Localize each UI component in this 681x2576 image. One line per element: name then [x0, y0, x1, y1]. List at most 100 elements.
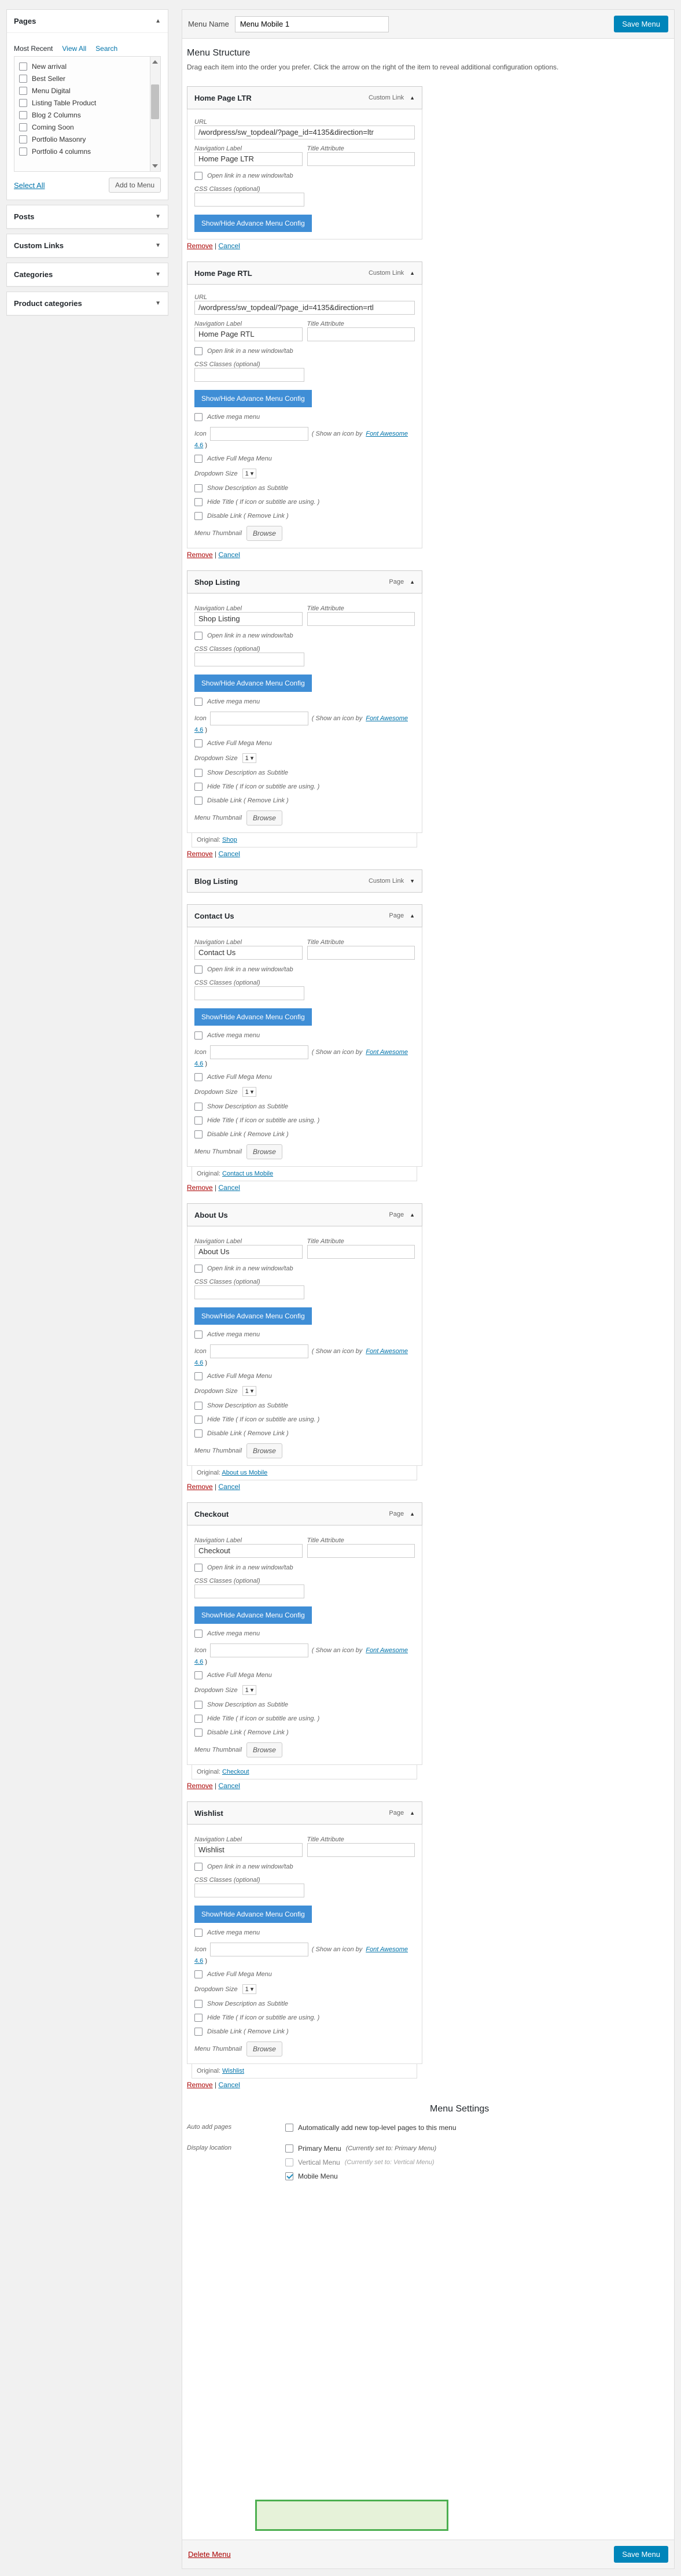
- chevron-down-icon[interactable]: ▼: [155, 300, 161, 307]
- list-item[interactable]: Menu Digital: [19, 84, 143, 97]
- nav-label-field[interactable]: Shop Listing: [194, 612, 303, 626]
- fa-version-link[interactable]: 4.6: [194, 442, 203, 449]
- custom-links-panel[interactable]: Custom Links ▼: [6, 234, 168, 258]
- font-awesome-link[interactable]: Font Awesome: [366, 1647, 408, 1654]
- css-classes-field[interactable]: [194, 653, 304, 666]
- nav-label-field[interactable]: Home Page RTL: [194, 327, 303, 341]
- cancel-link[interactable]: Cancel: [218, 551, 240, 559]
- scrollbar[interactable]: [150, 57, 160, 171]
- cancel-link[interactable]: Cancel: [218, 242, 240, 250]
- remove-link[interactable]: Remove: [187, 1782, 213, 1790]
- open-new-window-checkbox[interactable]: [194, 1863, 203, 1871]
- menu-item-header[interactable]: Home Page RTL Custom Link ▲: [187, 261, 422, 285]
- remove-link[interactable]: Remove: [187, 2081, 213, 2089]
- browse-button[interactable]: Browse: [246, 1742, 282, 1757]
- chevron-up-icon[interactable]: ▲: [410, 913, 415, 919]
- active-mega-menu-checkbox[interactable]: [194, 413, 203, 421]
- chevron-up-icon[interactable]: ▲: [410, 1212, 415, 1218]
- css-classes-field[interactable]: [194, 1285, 304, 1299]
- advanced-config-button[interactable]: Show/Hide Advance Menu Config: [194, 1606, 312, 1624]
- categories-panel[interactable]: Categories ▼: [6, 263, 168, 287]
- title-attr-field[interactable]: [307, 1843, 415, 1857]
- fa-version-link[interactable]: 4.6: [194, 1958, 203, 1965]
- list-item[interactable]: Best Seller: [19, 72, 143, 84]
- open-new-window-checkbox[interactable]: [194, 172, 203, 180]
- select-all-link[interactable]: Select All: [14, 181, 45, 190]
- open-new-window-checkbox[interactable]: [194, 1564, 203, 1572]
- disable-link-checkbox[interactable]: [194, 1130, 203, 1138]
- posts-panel[interactable]: Posts ▼: [6, 205, 168, 229]
- menu-item-header[interactable]: Home Page LTR Custom Link ▲: [187, 86, 422, 109]
- active-full-mega-menu-checkbox[interactable]: [194, 1671, 203, 1679]
- save-menu-button[interactable]: Save Menu: [614, 16, 668, 32]
- hide-title-checkbox[interactable]: [194, 783, 203, 791]
- tab-most-recent[interactable]: Most Recent: [14, 45, 53, 53]
- hide-title-checkbox[interactable]: [194, 498, 203, 506]
- cancel-link[interactable]: Cancel: [218, 850, 240, 858]
- font-awesome-link[interactable]: Font Awesome: [366, 1946, 408, 1953]
- chevron-up-icon[interactable]: ▲: [410, 1810, 415, 1816]
- add-to-menu-button[interactable]: Add to Menu: [108, 178, 161, 193]
- show-description-checkbox[interactable]: [194, 484, 203, 492]
- remove-link[interactable]: Remove: [187, 850, 213, 858]
- css-classes-field[interactable]: [194, 193, 304, 207]
- checkbox[interactable]: [19, 74, 27, 83]
- dropdown-size-select[interactable]: 1 ▾: [242, 1087, 257, 1097]
- checkbox[interactable]: [19, 86, 27, 95]
- icon-field[interactable]: [209, 1643, 308, 1657]
- chevron-up-icon[interactable]: ▲: [410, 95, 415, 101]
- advanced-config-button[interactable]: Show/Hide Advance Menu Config: [194, 675, 312, 692]
- css-classes-field[interactable]: [194, 1584, 304, 1598]
- show-description-checkbox[interactable]: [194, 1701, 203, 1709]
- remove-link[interactable]: Remove: [187, 242, 213, 250]
- checkbox[interactable]: [19, 98, 27, 107]
- active-full-mega-menu-checkbox[interactable]: [194, 1372, 203, 1380]
- tab-search[interactable]: Search: [95, 45, 117, 53]
- nav-label-field[interactable]: Contact Us: [194, 946, 303, 960]
- font-awesome-link[interactable]: Font Awesome: [366, 715, 408, 722]
- checkbox[interactable]: [19, 123, 27, 131]
- title-attr-field[interactable]: [307, 1245, 415, 1259]
- advanced-config-button[interactable]: Show/Hide Advance Menu Config: [194, 1307, 312, 1325]
- active-mega-menu-checkbox[interactable]: [194, 1929, 203, 1937]
- menu-item-header[interactable]: Blog Listing Custom Link ▼: [187, 869, 422, 893]
- mobile-menu-checkbox[interactable]: [285, 2172, 293, 2180]
- fa-version-link[interactable]: 4.6: [194, 1060, 203, 1067]
- remove-link[interactable]: Remove: [187, 1184, 213, 1192]
- dropdown-size-select[interactable]: 1 ▾: [242, 753, 257, 763]
- nav-label-field[interactable]: Wishlist: [194, 1843, 303, 1857]
- open-new-window-checkbox[interactable]: [194, 965, 203, 974]
- disable-link-checkbox[interactable]: [194, 1429, 203, 1438]
- auto-add-checkbox[interactable]: [285, 2124, 293, 2132]
- list-item[interactable]: Portfolio 4 columns: [19, 145, 143, 157]
- hide-title-checkbox[interactable]: [194, 2014, 203, 2022]
- css-classes-field[interactable]: [194, 1884, 304, 1897]
- title-attr-field[interactable]: [307, 946, 415, 960]
- title-attr-field[interactable]: [307, 1544, 415, 1558]
- menu-item-header[interactable]: Shop Listing Page ▲: [187, 570, 422, 594]
- list-item[interactable]: Portfolio Masonry: [19, 133, 143, 145]
- checkbox[interactable]: [19, 147, 27, 156]
- open-new-window-checkbox[interactable]: [194, 1265, 203, 1273]
- checkbox[interactable]: [19, 62, 27, 71]
- browse-button[interactable]: Browse: [246, 1443, 282, 1458]
- advanced-config-button[interactable]: Show/Hide Advance Menu Config: [194, 1008, 312, 1026]
- active-mega-menu-checkbox[interactable]: [194, 1630, 203, 1638]
- show-description-checkbox[interactable]: [194, 2000, 203, 2008]
- title-attr-field[interactable]: [307, 152, 415, 166]
- menu-item-header[interactable]: About Us Page ▲: [187, 1203, 422, 1226]
- chevron-up-icon[interactable]: ▲: [410, 1511, 415, 1517]
- remove-link[interactable]: Remove: [187, 551, 213, 559]
- advanced-config-button[interactable]: Show/Hide Advance Menu Config: [194, 390, 312, 407]
- pages-panel-header[interactable]: Pages ▲: [7, 10, 168, 33]
- menu-item-header[interactable]: Wishlist Page ▲: [187, 1801, 422, 1825]
- menu-item-header[interactable]: Checkout Page ▲: [187, 1502, 422, 1525]
- url-field[interactable]: /wordpress/sw_topdeal/?page_id=4135&dire…: [194, 126, 415, 139]
- active-full-mega-menu-checkbox[interactable]: [194, 1970, 203, 1978]
- cancel-link[interactable]: Cancel: [218, 1483, 240, 1491]
- browse-button[interactable]: Browse: [246, 1144, 282, 1159]
- active-full-mega-menu-checkbox[interactable]: [194, 739, 203, 747]
- browse-button[interactable]: Browse: [246, 810, 282, 826]
- chevron-down-icon[interactable]: ▼: [155, 213, 161, 220]
- icon-field[interactable]: [209, 427, 308, 441]
